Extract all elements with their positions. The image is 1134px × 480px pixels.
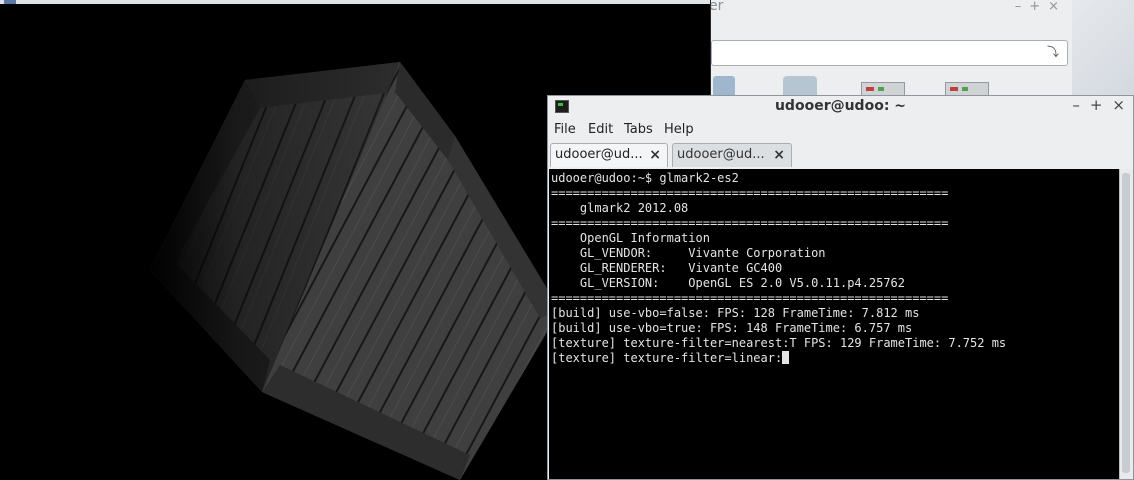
- terminal-line: GL_VERSION: OpenGL ES 2.0 V5.0.11.p4.257…: [551, 276, 906, 290]
- terminal-line: [texture] texture-filter=nearest:T FPS: …: [551, 336, 1007, 350]
- window-title: udooer@udoo: ~: [774, 98, 907, 114]
- close-button[interactable]: ×: [1048, 0, 1067, 14]
- terminal-line: [texture] texture-filter=linear:: [551, 351, 783, 365]
- maximize-button[interactable]: +: [1029, 0, 1048, 14]
- minimize-button[interactable]: –: [1072, 96, 1080, 114]
- menu-edit[interactable]: Edit: [588, 122, 613, 137]
- terminal-line: OpenGL Information: [551, 231, 710, 245]
- close-tab-icon[interactable]: ×: [773, 144, 785, 166]
- menu-help[interactable]: Help: [664, 122, 694, 137]
- terminal-line: ========================================…: [551, 186, 949, 200]
- menu-bar: File Edit Tabs Help: [548, 120, 1133, 140]
- terminal-line: ========================================…: [551, 291, 949, 305]
- thumbnail-detail: [878, 87, 884, 91]
- scrollbar-thumb[interactable]: [1122, 173, 1130, 473]
- terminal-output[interactable]: udooer@udoo:~$ glmark2-es2 =============…: [549, 169, 1119, 479]
- terminal-line: glmark2 2012.08: [551, 201, 689, 215]
- file-manager-window-controls[interactable]: –+×: [1015, 0, 1067, 14]
- thumbnail-detail: [950, 87, 958, 91]
- thumbnail-detail: [866, 87, 874, 91]
- thumbnail-detail: [962, 87, 968, 91]
- text-cursor: [782, 351, 790, 364]
- go-arrow-icon[interactable]: ⤵: [1045, 44, 1061, 60]
- file-manager-window[interactable]: er –+× ⤵: [700, 0, 1073, 102]
- terminal-line: udooer@udoo:~$ glmark2-es2: [551, 171, 739, 185]
- minimize-button[interactable]: –: [1015, 0, 1030, 14]
- terminal-line: [build] use-vbo=true: FPS: 148 FrameTime…: [551, 321, 913, 335]
- maximize-button[interactable]: +: [1090, 96, 1103, 114]
- close-tab-icon[interactable]: ×: [649, 144, 661, 166]
- terminal-titlebar[interactable]: udooer@udoo: ~ – + ×: [548, 96, 1133, 118]
- terminal-window[interactable]: udooer@udoo: ~ – + × File Edit Tabs Help u…: [547, 95, 1134, 480]
- menu-file[interactable]: File: [554, 122, 576, 137]
- location-bar[interactable]: ⤵: [711, 40, 1068, 66]
- terminal-scrollbar[interactable]: [1119, 169, 1133, 479]
- tab-label: udooer@ud...: [555, 147, 643, 162]
- terminal-text: udooer@udoo:~$ glmark2-es2 =============…: [549, 169, 1119, 366]
- close-button[interactable]: ×: [1112, 96, 1125, 114]
- terminal-line: GL_VENDOR: Vivante Corporation: [551, 246, 826, 260]
- tab-label: udooer@ud...: [677, 147, 765, 162]
- terminal-line: [build] use-vbo=false: FPS: 128 FrameTim…: [551, 306, 920, 320]
- tab-bar: udooer@ud... × udooer@ud... ×: [548, 141, 1133, 169]
- terminal-line: ========================================…: [551, 216, 949, 230]
- window-controls[interactable]: – + ×: [1062, 96, 1125, 114]
- menu-tabs[interactable]: Tabs: [624, 122, 653, 137]
- tab-terminal-2[interactable]: udooer@ud... ×: [672, 143, 792, 167]
- file-manager-title: er: [709, 0, 724, 14]
- terminal-line: GL_RENDERER: Vivante GC400: [551, 261, 783, 275]
- tab-terminal-1[interactable]: udooer@ud... ×: [550, 143, 668, 167]
